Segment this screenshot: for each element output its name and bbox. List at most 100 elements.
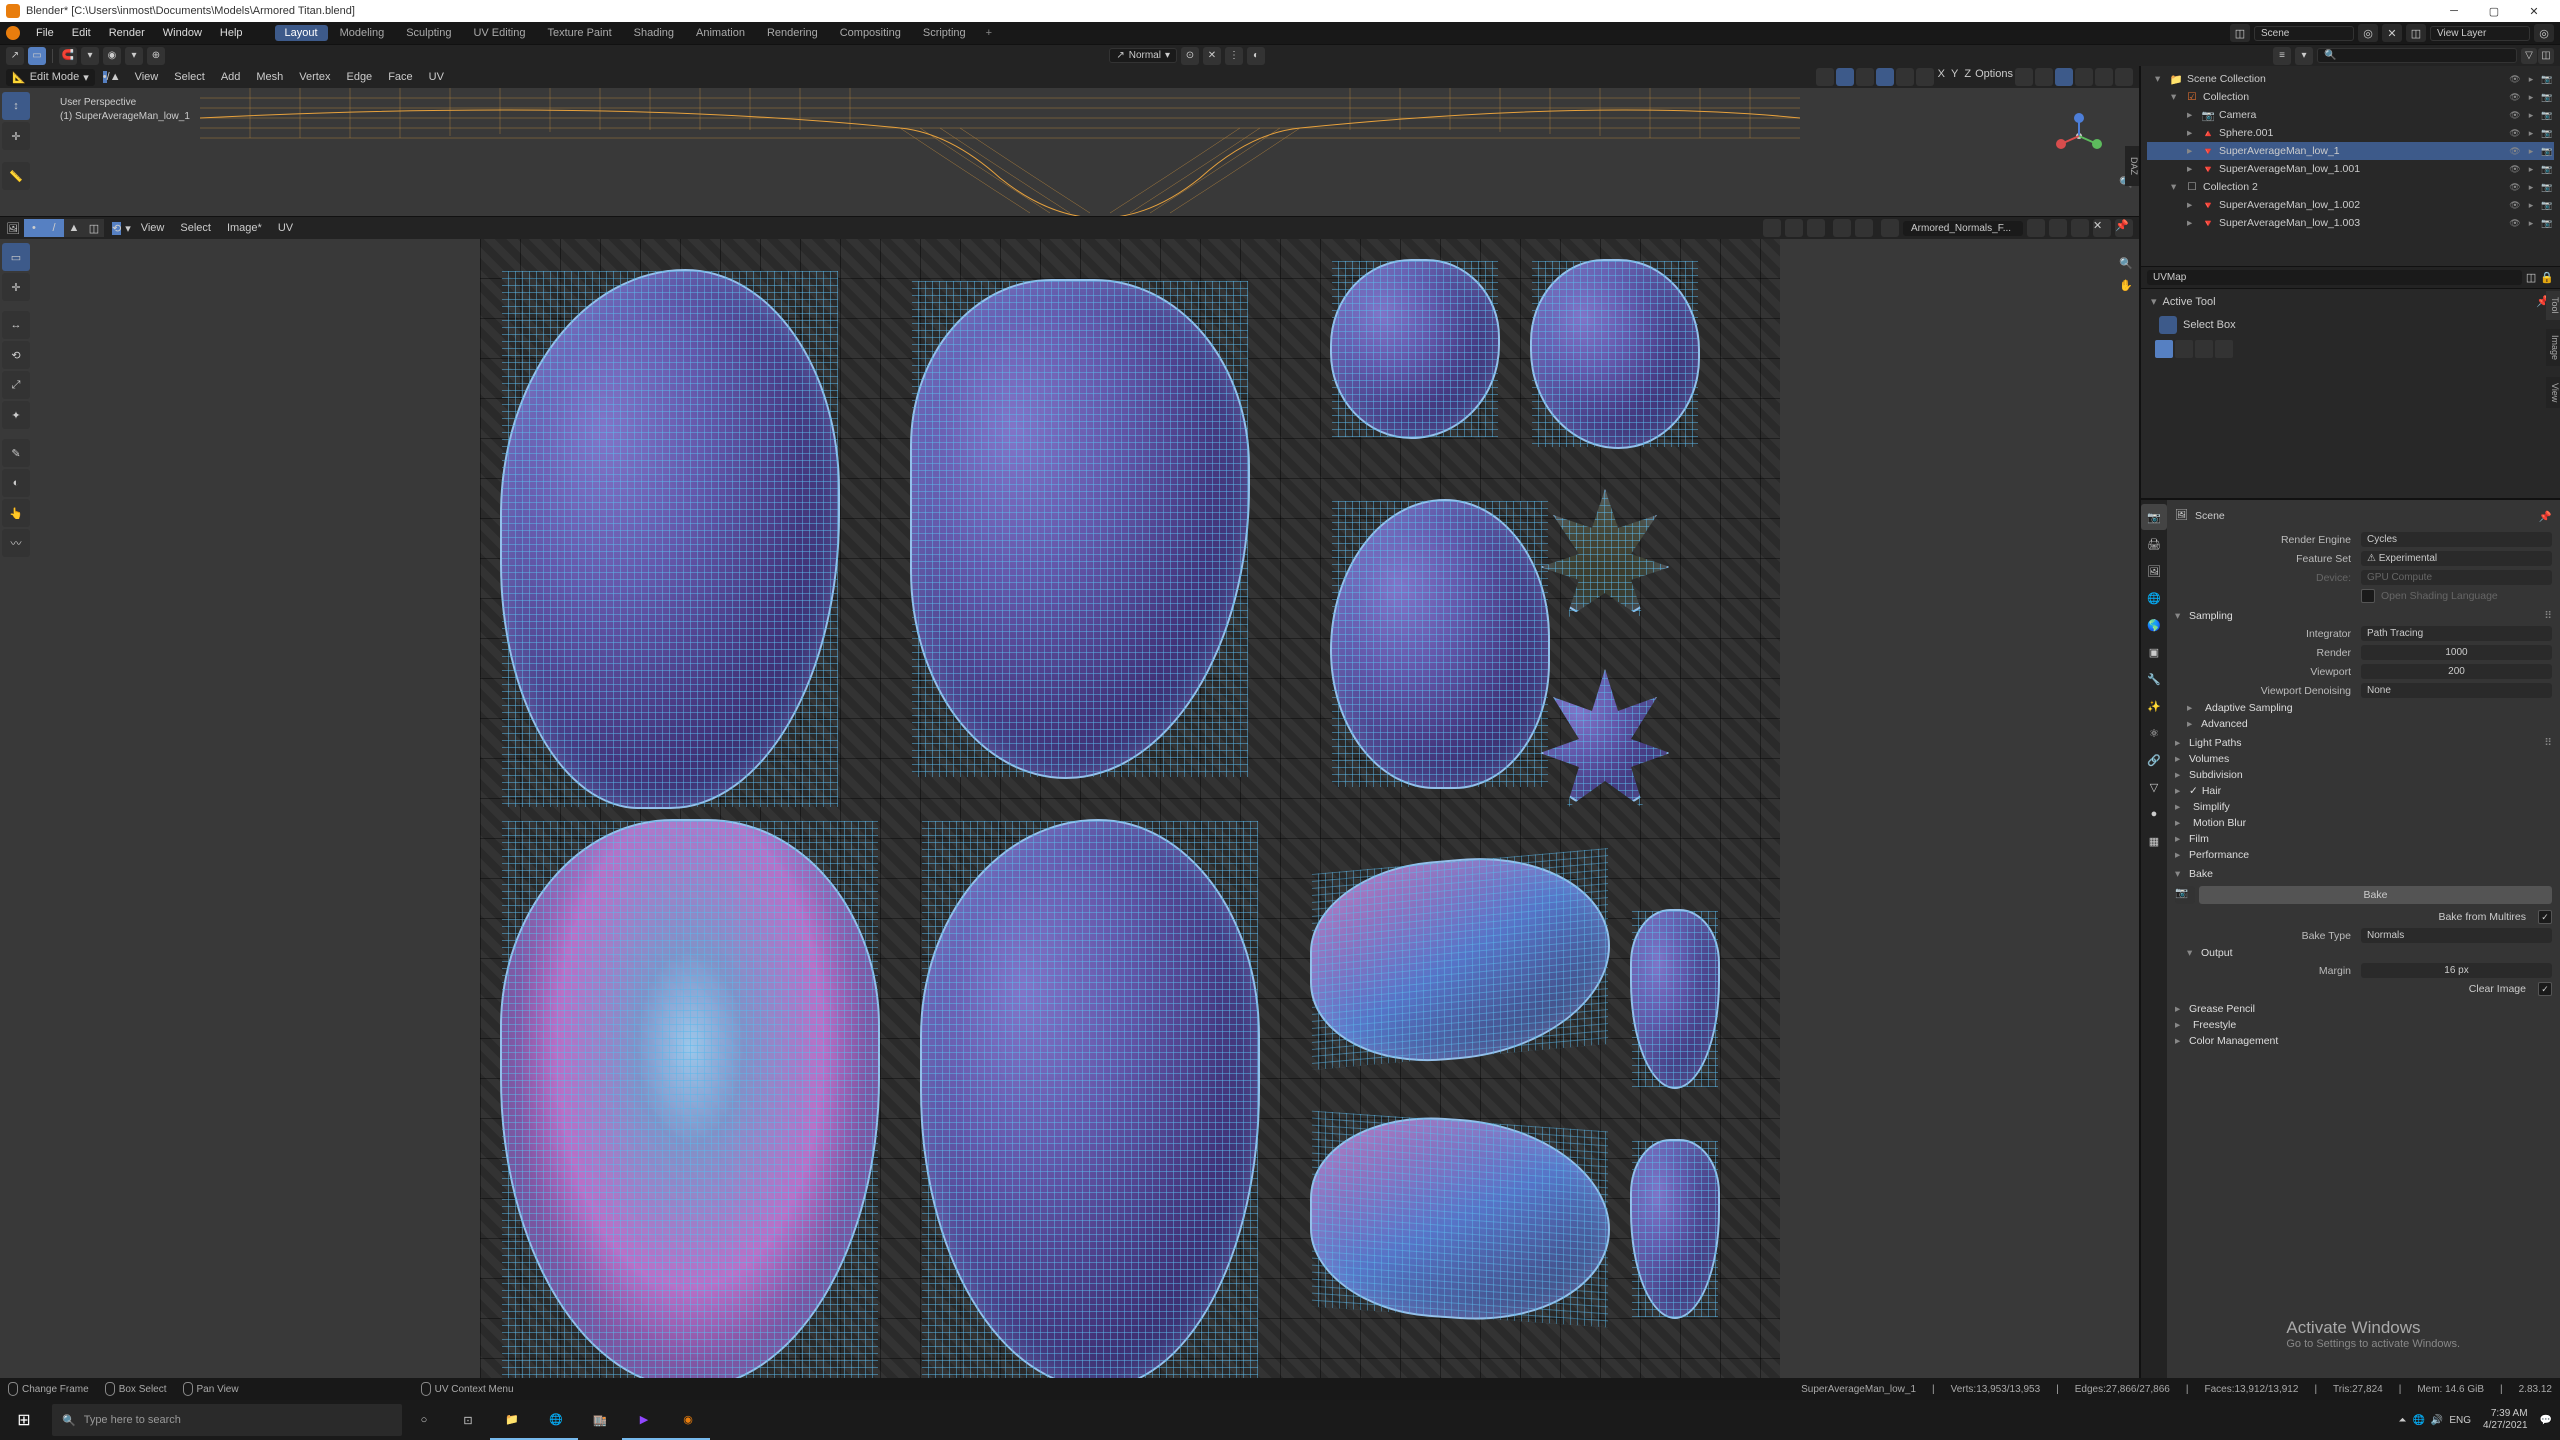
render-icon[interactable]: 📷 (2540, 180, 2554, 194)
tray-lang[interactable]: ENG (2449, 1415, 2471, 1426)
render-icon[interactable]: 📷 (2540, 144, 2554, 158)
start-button[interactable]: ⊞ (0, 1400, 48, 1440)
setmode-add-icon[interactable] (2175, 340, 2193, 358)
uv-island-hand[interactable] (1540, 669, 1670, 809)
render-icon[interactable]: 📷 (2540, 162, 2554, 176)
light-paths-section[interactable]: Light Paths (2189, 737, 2242, 749)
disclosure-icon[interactable]: ▸ (2187, 163, 2197, 175)
scene-browse-icon[interactable]: ◫ (2230, 24, 2250, 42)
workspace-tab-uv-editing[interactable]: UV Editing (463, 25, 535, 41)
view-menu[interactable]: View (129, 69, 165, 85)
object-name[interactable]: Camera (2219, 109, 2504, 121)
uv-sync-icon[interactable]: ⟲ (112, 222, 121, 235)
uv-island[interactable] (920, 819, 1260, 1378)
close-button[interactable]: ✕ (2514, 0, 2554, 22)
workspace-tab-animation[interactable]: Animation (686, 25, 755, 41)
tray-chevron-icon[interactable]: ⏶ (2398, 1415, 2406, 1426)
workspace-tab-layout[interactable]: Layout (275, 25, 328, 41)
gizmo-toggle-icon[interactable] (1836, 68, 1854, 86)
uv-island[interactable] (1310, 846, 1610, 1072)
particle-props-tab[interactable]: ✨ (2141, 693, 2167, 719)
outliner-row[interactable]: ▾ 📁 Scene Collection 👁 ▸ 📷 (2147, 70, 2554, 88)
uv-rotate-tool[interactable]: ⟲ (2, 341, 30, 369)
shading-rendered-icon[interactable] (2095, 68, 2113, 86)
tray-network-icon[interactable]: 🌐 (2412, 1415, 2424, 1426)
uv-island[interactable] (910, 279, 1250, 779)
visibility-icon[interactable]: 👁 (2508, 216, 2522, 230)
edge-menu[interactable]: Edge (340, 69, 378, 85)
uv-menu[interactable]: UV (423, 69, 450, 85)
visibility-icon[interactable]: 👁 (2508, 162, 2522, 176)
uv-editor-type-icon[interactable]: 🖼 (6, 222, 20, 235)
object-name[interactable]: Sphere.001 (2219, 127, 2504, 139)
uv-pivot-icon[interactable] (1763, 219, 1781, 237)
outliner-row[interactable]: ▾ ☐ Collection 2 👁 ▸ 📷 (2147, 178, 2554, 196)
viewlayer-props-tab[interactable]: 🖼 (2141, 558, 2167, 584)
disclosure-icon[interactable]: ▸ (2187, 109, 2197, 121)
help-menu[interactable]: Help (212, 25, 251, 41)
uvmap-browse-icon[interactable]: ◫ (2526, 271, 2536, 284)
viewport-denoising-dropdown[interactable]: None (2361, 683, 2552, 698)
clear-image-checkbox[interactable]: ✓ (2538, 982, 2552, 996)
world-props-tab[interactable]: 🌎 (2141, 612, 2167, 638)
viewlayer-browse-icon[interactable]: ◫ (2406, 24, 2426, 42)
uv-image-unlink-icon[interactable]: ✕ (2093, 219, 2111, 237)
filter-icon[interactable]: ▽ (2521, 48, 2537, 64)
film-section[interactable]: Film (2189, 833, 2209, 845)
twitch-icon[interactable]: ▶ (622, 1400, 666, 1440)
window-menu[interactable]: Window (155, 25, 210, 41)
mirror-z-icon[interactable]: ◐ (1247, 47, 1265, 65)
store-icon[interactable]: 🏬 (578, 1400, 622, 1440)
tool-vtab[interactable]: Tool (2546, 291, 2560, 320)
sel-vis-icon[interactable] (1816, 68, 1834, 86)
uv-view-menu[interactable]: View (135, 220, 171, 236)
render-icon[interactable]: 📷 (2540, 126, 2554, 140)
workspace-tab-compositing[interactable]: Compositing (830, 25, 911, 41)
disclosure-icon[interactable]: ▾ (2171, 91, 2181, 103)
disclosure-icon[interactable]: ▸ (2187, 199, 2197, 211)
options-dd-icon[interactable] (2015, 68, 2033, 86)
outliner-row[interactable]: ▾ ☑ Collection 👁 ▸ 📷 (2147, 88, 2554, 106)
scene-new-icon[interactable]: ◎ (2358, 24, 2378, 42)
workspace-tab-scripting[interactable]: Scripting (913, 25, 976, 41)
volumes-section[interactable]: Volumes (2189, 753, 2229, 765)
3d-viewport[interactable]: 📐 Edit Mode ▾ • / ▲ View Select Add Mesh… (0, 66, 2140, 216)
uv-select-menu[interactable]: Select (174, 220, 217, 236)
image-vtab[interactable]: Image (2546, 329, 2560, 366)
mirror-x-icon[interactable]: ✕ (1203, 47, 1221, 65)
output-section[interactable]: Output (2201, 947, 2233, 959)
snap-dropdown-icon[interactable]: ▾ (81, 47, 99, 65)
outliner-display-icon[interactable]: ▾ (2295, 47, 2313, 65)
subdivision-section[interactable]: Subdivision (2189, 769, 2243, 781)
cursor-tool[interactable]: ✛ (2, 122, 30, 150)
uv-snap-icon[interactable] (1785, 219, 1803, 237)
viewlayer-dropdown[interactable]: View Layer (2430, 26, 2530, 41)
uv-island[interactable] (1330, 499, 1550, 789)
shading-matpreview-icon[interactable] (2075, 68, 2093, 86)
face-select-mode[interactable]: ▲ (110, 71, 121, 83)
outliner-row[interactable]: ▸ 🔻 SuperAverageMan_low_1.001 👁 ▸ 📷 (2147, 160, 2554, 178)
uv-island-hand[interactable] (1540, 489, 1670, 619)
blender-task-icon[interactable]: ◉ (666, 1400, 710, 1440)
uv-relax-tool[interactable]: 〰 (2, 529, 30, 557)
uv-face-mode[interactable]: ▲ (64, 219, 84, 237)
origins-icon[interactable]: ⊕ (147, 47, 165, 65)
color-management-section[interactable]: Color Management (2189, 1035, 2278, 1047)
selectable-icon[interactable]: ▸ (2524, 108, 2538, 122)
object-name[interactable]: Scene Collection (2187, 73, 2504, 85)
modifier-props-tab[interactable]: 🔧 (2141, 666, 2167, 692)
integrator-dropdown[interactable]: Path Tracing (2361, 626, 2552, 641)
uv-editor[interactable]: 🖼 • / ▲ ◫ ⟲ ▾ View Select Image* UV (0, 216, 2140, 1378)
outliner[interactable]: ▾ 📁 Scene Collection 👁 ▸ 📷 ▾ ☑ Collectio… (2141, 66, 2560, 266)
mode-dropdown[interactable]: 📐 Edit Mode ▾ (6, 69, 95, 86)
render-engine-dropdown[interactable]: Cycles (2361, 532, 2552, 547)
uv-uvmenu[interactable]: UV (272, 220, 299, 236)
scene-delete-icon[interactable]: ✕ (2382, 24, 2402, 42)
disclosure-icon[interactable]: ▸ (2187, 217, 2197, 229)
outliner-row[interactable]: ▸ 🔻 SuperAverageMan_low_1.002 👁 ▸ 📷 (2147, 196, 2554, 214)
selectable-icon[interactable]: ▸ (2524, 216, 2538, 230)
explorer-icon[interactable]: 📁 (490, 1400, 534, 1440)
cortana-icon[interactable]: ○ (402, 1400, 446, 1440)
render-icon[interactable]: 📷 (2540, 198, 2554, 212)
move-tool[interactable]: ↕ (2, 92, 30, 120)
